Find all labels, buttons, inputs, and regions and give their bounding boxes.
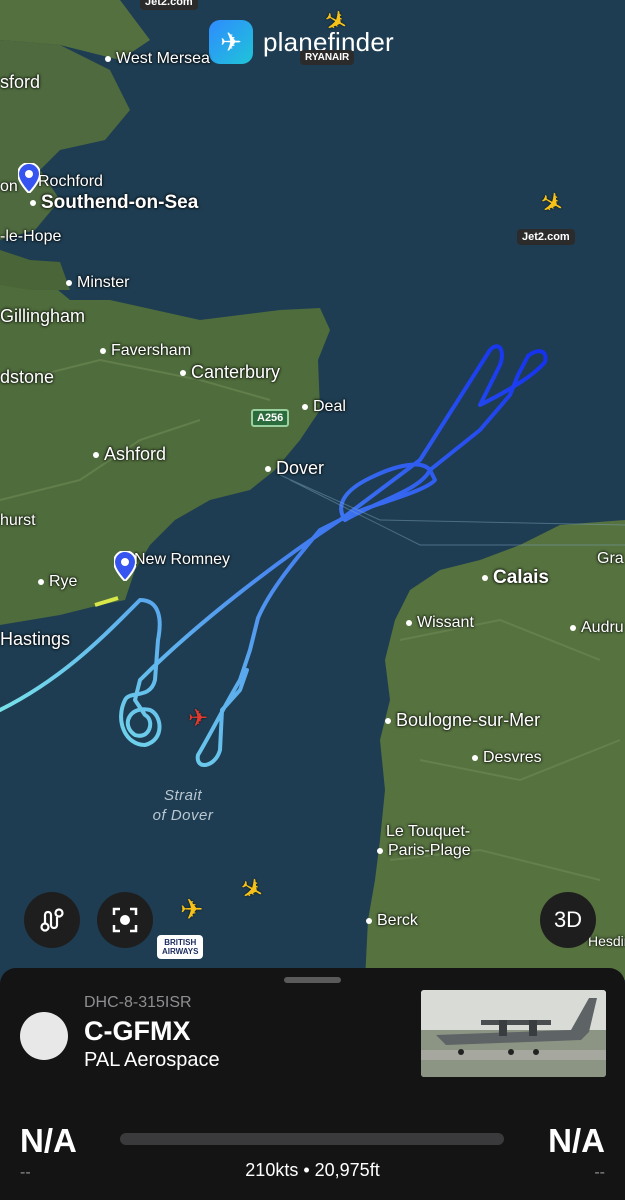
place-west-mersea: West Mersea [105,50,210,68]
place-wissant: Wissant [406,614,474,632]
place-southend: Southend-on-Sea [30,192,198,214]
place-calais: Calais [482,567,549,589]
3d-label: 3D [553,907,583,932]
airline-tag-jet2: Jet2.com [517,229,575,245]
road-a256: A256 [251,409,290,427]
place-rochford: Rochford [38,173,103,190]
focus-icon [112,907,138,933]
place-hesdin: Hesdin [588,933,625,949]
place-hurst: hurst [0,512,36,529]
drag-handle[interactable] [284,977,341,983]
place-faversham: Faversham [100,342,191,360]
map-view[interactable]: ✈ planefinder West Mersea sford Rochford… [0,0,625,980]
aircraft-registration: C-GFMX [84,1016,191,1046]
place-dover: Dover [265,458,324,479]
sea-label: Strait of Dover [152,787,214,824]
map-terrain [0,0,625,980]
destination-code: N/A [548,1122,605,1159]
aircraft-type: DHC-8-315ISR [84,994,192,1011]
location-pin-icon[interactable] [114,551,136,581]
place-rye: Rye [38,573,77,591]
place-new-romney: New Romney [134,551,231,568]
airline-tag-jet2-top: Jet2.com [140,0,198,10]
place-audru: Audru [570,619,624,637]
3d-button[interactable]: 3D [540,892,596,948]
place-boulogne: Boulogne-sur-Mer [385,710,540,731]
airline-tag-british-airways: BRITISH AIRWAYS [157,935,204,959]
place-on: on [0,178,18,195]
place-berck: Berck [366,912,418,930]
speed-altitude: 210kts • 20,975ft [245,1160,380,1180]
place-minster: Minster [66,274,129,292]
place-gra: Gra [597,550,624,567]
place-hastings: Hastings [0,629,71,649]
place-deal: Deal [302,398,346,416]
aircraft-info-panel[interactable]: DHC-8-315ISR C-GFMX PAL Aerospace N/A --… [0,968,625,1200]
place-desvres: Desvres [472,749,542,767]
selected-airplane-icon[interactable]: ✈ [188,707,208,731]
place-le-touquet: Le Touquet- [386,823,471,840]
place-sford: sford [0,72,41,92]
airline-logo-placeholder [20,1012,68,1060]
origin-code: N/A [20,1122,77,1159]
airline-tag-ryanair: RYANAIR [300,50,355,65]
location-pin-icon[interactable] [18,163,40,193]
plane-logo-icon: ✈ [209,20,253,64]
place-ashford: Ashford [93,444,166,465]
aircraft-photo[interactable] [421,990,606,1077]
aircraft-photo-image [421,990,606,1077]
airplane-icon[interactable]: ✈ [180,896,203,924]
place-gillingham: Gillingham [0,306,86,326]
route-button[interactable] [24,892,80,948]
aircraft-operator: PAL Aerospace [84,1049,220,1071]
place-paris-plage: Paris-Plage [377,842,471,860]
place-le-hope: -le-Hope [0,228,62,245]
place-canterbury: Canterbury [180,362,280,383]
focus-button[interactable] [97,892,153,948]
route-icon [40,908,64,932]
place-dstone: dstone [0,367,55,387]
flight-progress-bar [120,1133,504,1145]
